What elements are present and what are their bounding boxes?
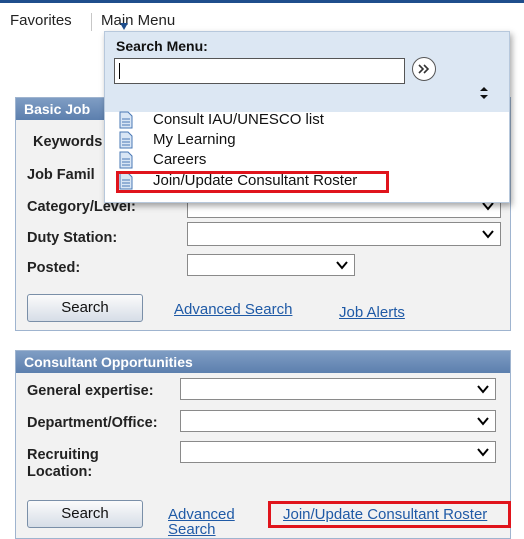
- job-family-label: Job Famil: [27, 167, 95, 183]
- general-expertise-select[interactable]: [180, 378, 496, 400]
- double-chevron-right-icon: [418, 64, 430, 74]
- chevron-down-icon: [477, 417, 489, 426]
- job-alerts-link[interactable]: Job Alerts: [339, 304, 405, 321]
- search-menu-input[interactable]: [114, 58, 405, 84]
- posted-label: Posted:: [27, 260, 81, 276]
- chevron-down-icon: [477, 448, 489, 457]
- chevron-down-icon: [482, 230, 494, 239]
- advanced-search-link[interactable]: Advanced Search: [174, 301, 292, 318]
- recruiting-location-label-line2: Location:: [27, 464, 93, 480]
- duty-station-select[interactable]: [187, 222, 501, 246]
- recruiting-location-select[interactable]: [180, 441, 496, 463]
- recruiting-location-label: Recruiting: [27, 447, 99, 463]
- search-button[interactable]: Search: [27, 294, 143, 322]
- document-icon: [119, 111, 133, 129]
- general-expertise-label: General expertise:: [27, 383, 154, 399]
- roster-link-highlight: [268, 501, 511, 528]
- department-office-label: Department/Office:: [27, 415, 158, 431]
- keywords-label: Keywords: [33, 134, 103, 150]
- top-menu-bar: Favorites Main Menu: [0, 0, 524, 31]
- panel-header: Consultant Opportunities: [16, 351, 510, 373]
- department-office-select[interactable]: [180, 410, 496, 432]
- menu-pointer-icon: [120, 23, 128, 30]
- posted-select[interactable]: [187, 254, 355, 276]
- chevron-down-icon: [336, 261, 348, 270]
- document-icon: [119, 151, 133, 169]
- menu-item-label: Consult IAU/UNESCO list: [153, 111, 324, 128]
- menu-item-label: Careers: [153, 151, 207, 168]
- search-menu-dropdown: Search Menu: Consult IAU/UNESCO list My …: [104, 31, 510, 203]
- menu-item-highlight: [116, 171, 389, 193]
- menu-item-label: My Learning: [153, 131, 236, 148]
- menu-divider: [91, 13, 92, 31]
- chevron-down-icon: [477, 385, 489, 394]
- main-menu[interactable]: Main Menu: [101, 12, 175, 29]
- document-icon: [119, 131, 133, 149]
- duty-station-label: Duty Station:: [27, 230, 118, 246]
- search-menu-header: Search Menu:: [105, 32, 509, 112]
- consultant-search-button[interactable]: Search: [27, 500, 143, 528]
- text-caret: [119, 63, 120, 79]
- go-button[interactable]: [412, 57, 436, 81]
- sort-arrows-icon[interactable]: [479, 86, 489, 100]
- consultant-advanced-search-link[interactable]: Advanced Search: [168, 507, 235, 537]
- advanced-link-line2[interactable]: Search: [168, 521, 216, 538]
- search-menu-title: Search Menu:: [116, 38, 208, 54]
- favorites-menu[interactable]: Favorites: [10, 12, 72, 29]
